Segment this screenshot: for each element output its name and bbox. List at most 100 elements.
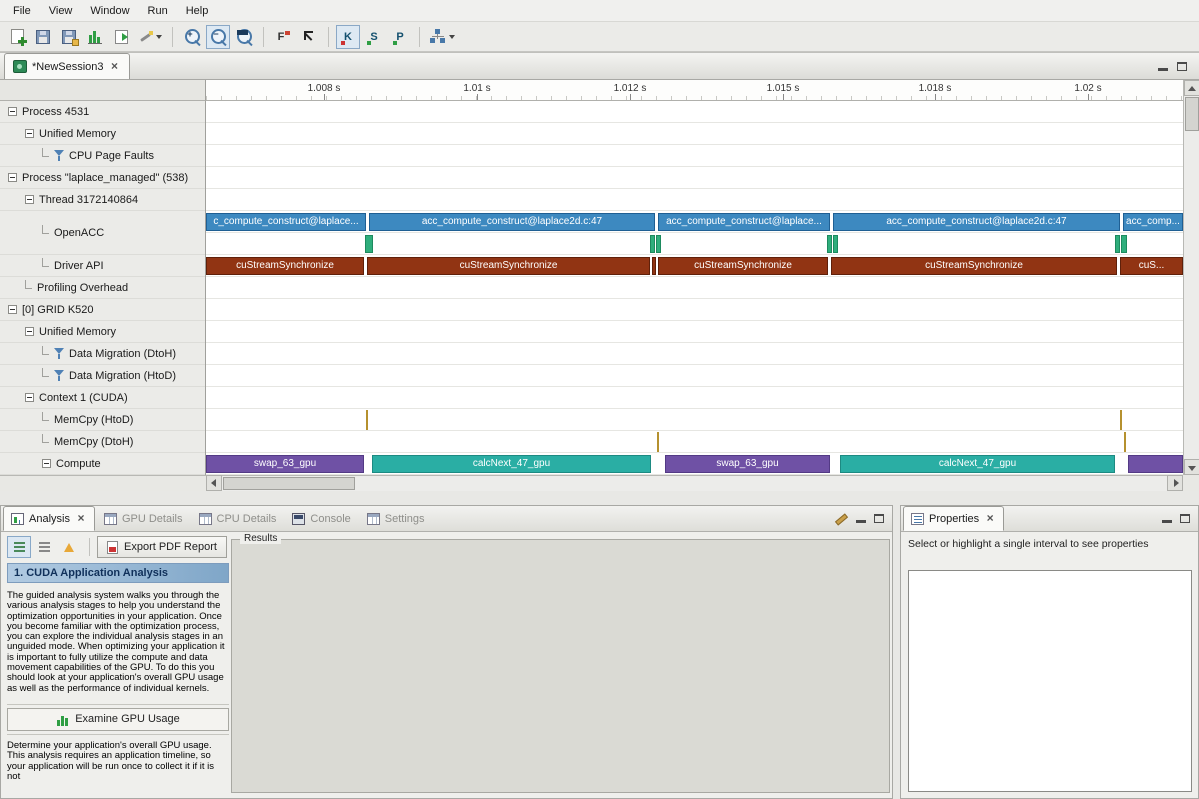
timeline-interval-marker[interactable] bbox=[1121, 235, 1127, 253]
tree-item-memcpy-htod[interactable]: MemCpy (HtoD) bbox=[0, 409, 205, 431]
timeline-interval-marker[interactable] bbox=[1115, 235, 1120, 253]
timeline-interval-marker[interactable] bbox=[365, 235, 373, 253]
tab-console[interactable]: Console bbox=[285, 506, 357, 531]
tree-item-thread-3172140864[interactable]: Thread 3172140864 bbox=[0, 189, 205, 211]
tree-item-context-1-cuda[interactable]: Context 1 (CUDA) bbox=[0, 387, 205, 409]
unguided-analysis-button[interactable] bbox=[32, 536, 56, 558]
maximize-icon[interactable] bbox=[1177, 62, 1187, 71]
menu-window[interactable]: Window bbox=[81, 3, 138, 19]
scroll-left-arrow[interactable] bbox=[206, 475, 222, 491]
scroll-down-arrow[interactable] bbox=[1184, 459, 1199, 475]
stream-toggle-button[interactable]: S bbox=[362, 25, 386, 49]
tree-item-compute[interactable]: Compute bbox=[0, 453, 205, 475]
timeline-interval-c-compute-construct-laplace[interactable]: c_compute_construct@laplace... bbox=[206, 213, 366, 231]
tree-item-process-laplace-managed-538[interactable]: Process "laplace_managed" (538) bbox=[0, 167, 205, 189]
tree-item-0-grid-k520[interactable]: [0] GRID K520 bbox=[0, 299, 205, 321]
new-session-button[interactable] bbox=[5, 25, 29, 49]
timeline-interval-kernel_swap[interactable] bbox=[1128, 455, 1183, 473]
tree-item-unified-memory[interactable]: Unified Memory bbox=[0, 321, 205, 343]
timeline-interval-custreamsynchronize[interactable]: cuStreamSynchronize bbox=[831, 257, 1117, 275]
zoom-out-button[interactable]: − bbox=[206, 25, 230, 49]
tree-item-unified-memory[interactable]: Unified Memory bbox=[0, 123, 205, 145]
close-icon[interactable] bbox=[109, 60, 121, 73]
generate-timeline-button[interactable] bbox=[135, 25, 165, 49]
tree-item-openacc[interactable]: OpenACC bbox=[0, 211, 205, 255]
export-data-button[interactable] bbox=[109, 25, 133, 49]
open-session-button[interactable] bbox=[31, 25, 55, 49]
process-toggle-button[interactable]: P bbox=[388, 25, 412, 49]
minimize-icon[interactable] bbox=[1162, 514, 1172, 523]
timeline-interval-acc-compute-construct-laplace[interactable]: acc_compute_construct@laplace... bbox=[658, 213, 830, 231]
timeline-interval-memcpy[interactable] bbox=[1120, 410, 1122, 430]
zoom-in-button[interactable]: + bbox=[180, 25, 204, 49]
vertical-scrollbar[interactable] bbox=[1183, 80, 1199, 475]
run-analysis-button[interactable] bbox=[427, 25, 458, 49]
timeline-interval-calcnext-47-gpu[interactable]: calcNext_47_gpu bbox=[840, 455, 1115, 473]
horizontal-scrollbar[interactable] bbox=[206, 475, 1183, 491]
timeline-interval-memcpy[interactable] bbox=[657, 432, 659, 452]
menu-view[interactable]: View bbox=[40, 3, 82, 19]
tab-properties[interactable]: Properties bbox=[903, 506, 1004, 531]
horizontal-scroll-thumb[interactable] bbox=[223, 477, 355, 490]
timeline-interval-acc-compute-construct-laplace2d-c-47[interactable]: acc_compute_construct@laplace2d.c:47 bbox=[369, 213, 655, 231]
timeline-interval-custreamsynchronize[interactable]: cuStreamSynchronize bbox=[206, 257, 364, 275]
timeline-interval-calcnext-47-gpu[interactable]: calcNext_47_gpu bbox=[372, 455, 651, 473]
goto-flag-button[interactable]: F bbox=[271, 25, 295, 49]
timeline-interval-driver[interactable] bbox=[652, 257, 656, 275]
back-up-button[interactable] bbox=[57, 536, 81, 558]
collapse-minus-icon[interactable] bbox=[25, 129, 34, 138]
save-session-button[interactable] bbox=[57, 25, 81, 49]
timeline-interval-marker[interactable] bbox=[833, 235, 838, 253]
close-icon[interactable] bbox=[75, 512, 87, 525]
tab-analysis[interactable]: Analysis bbox=[3, 506, 95, 531]
scroll-up-arrow[interactable] bbox=[1184, 80, 1199, 96]
menu-file[interactable]: File bbox=[4, 3, 40, 19]
collapse-minus-icon[interactable] bbox=[42, 459, 51, 468]
timeline-interval-swap-63-gpu[interactable]: swap_63_gpu bbox=[665, 455, 830, 473]
scroll-right-arrow[interactable] bbox=[1167, 475, 1183, 491]
tab-settings[interactable]: Settings bbox=[360, 506, 432, 531]
timeline-interval-acc-compute-construct-laplace2d-c-47[interactable]: acc_compute_construct@laplace2d.c:47 bbox=[833, 213, 1120, 231]
tree-item-memcpy-dtoh[interactable]: MemCpy (DtoH) bbox=[0, 431, 205, 453]
collapse-minus-icon[interactable] bbox=[25, 327, 34, 336]
maximize-icon[interactable] bbox=[1180, 514, 1190, 523]
tab-newsession3[interactable]: *NewSession3 bbox=[4, 53, 130, 79]
timeline-interval-memcpy[interactable] bbox=[1124, 432, 1126, 452]
menu-run[interactable]: Run bbox=[139, 3, 177, 19]
minimize-icon[interactable] bbox=[856, 514, 866, 523]
kernel-toggle-button[interactable]: K bbox=[336, 25, 360, 49]
menu-help[interactable]: Help bbox=[177, 3, 218, 19]
timeline-interval-marker[interactable] bbox=[656, 235, 661, 253]
maximize-icon[interactable] bbox=[874, 514, 884, 523]
collapse-minus-icon[interactable] bbox=[25, 393, 34, 402]
collapse-minus-icon[interactable] bbox=[25, 195, 34, 204]
view-menu-pencil-icon[interactable] bbox=[834, 512, 848, 525]
timeline-interval-cus[interactable]: cuS... bbox=[1120, 257, 1183, 275]
examine-gpu-usage-button[interactable]: Examine GPU Usage bbox=[7, 708, 229, 731]
vertical-scroll-thumb[interactable] bbox=[1185, 97, 1199, 131]
timeline-interval-marker[interactable] bbox=[827, 235, 832, 253]
close-icon[interactable] bbox=[984, 512, 996, 525]
tree-item-data-migration-dtoh[interactable]: Data Migration (DtoH) bbox=[0, 343, 205, 365]
collapse-minus-icon[interactable] bbox=[8, 173, 17, 182]
zoom-fit-button[interactable] bbox=[232, 25, 256, 49]
timeline-interval-swap-63-gpu[interactable]: swap_63_gpu bbox=[206, 455, 364, 473]
tree-item-data-migration-htod[interactable]: Data Migration (HtoD) bbox=[0, 365, 205, 387]
timeline-interval-custreamsynchronize[interactable]: cuStreamSynchronize bbox=[367, 257, 650, 275]
tab-gpu-details[interactable]: GPU Details bbox=[97, 506, 190, 531]
collapse-minus-icon[interactable] bbox=[8, 107, 17, 116]
tree-item-cpu-page-faults[interactable]: CPU Page Faults bbox=[0, 145, 205, 167]
tree-item-profiling-overhead[interactable]: Profiling Overhead bbox=[0, 277, 205, 299]
timeline-interval-acc-comp[interactable]: acc_comp... bbox=[1123, 213, 1183, 231]
collapse-minus-icon[interactable] bbox=[8, 305, 17, 314]
minimize-icon[interactable] bbox=[1158, 62, 1168, 71]
timeline-interval-custreamsynchronize[interactable]: cuStreamSynchronize bbox=[658, 257, 828, 275]
goto-marker-button[interactable] bbox=[297, 25, 321, 49]
profile-application-button[interactable] bbox=[83, 25, 107, 49]
timeline-interval-marker[interactable] bbox=[650, 235, 655, 253]
tree-item-process-4531[interactable]: Process 4531 bbox=[0, 101, 205, 123]
guided-analysis-button[interactable] bbox=[7, 536, 31, 558]
export-pdf-report-button[interactable]: Export PDF Report bbox=[97, 536, 227, 558]
tab-cpu-details[interactable]: CPU Details bbox=[192, 506, 284, 531]
timeline-interval-memcpy[interactable] bbox=[366, 410, 368, 430]
